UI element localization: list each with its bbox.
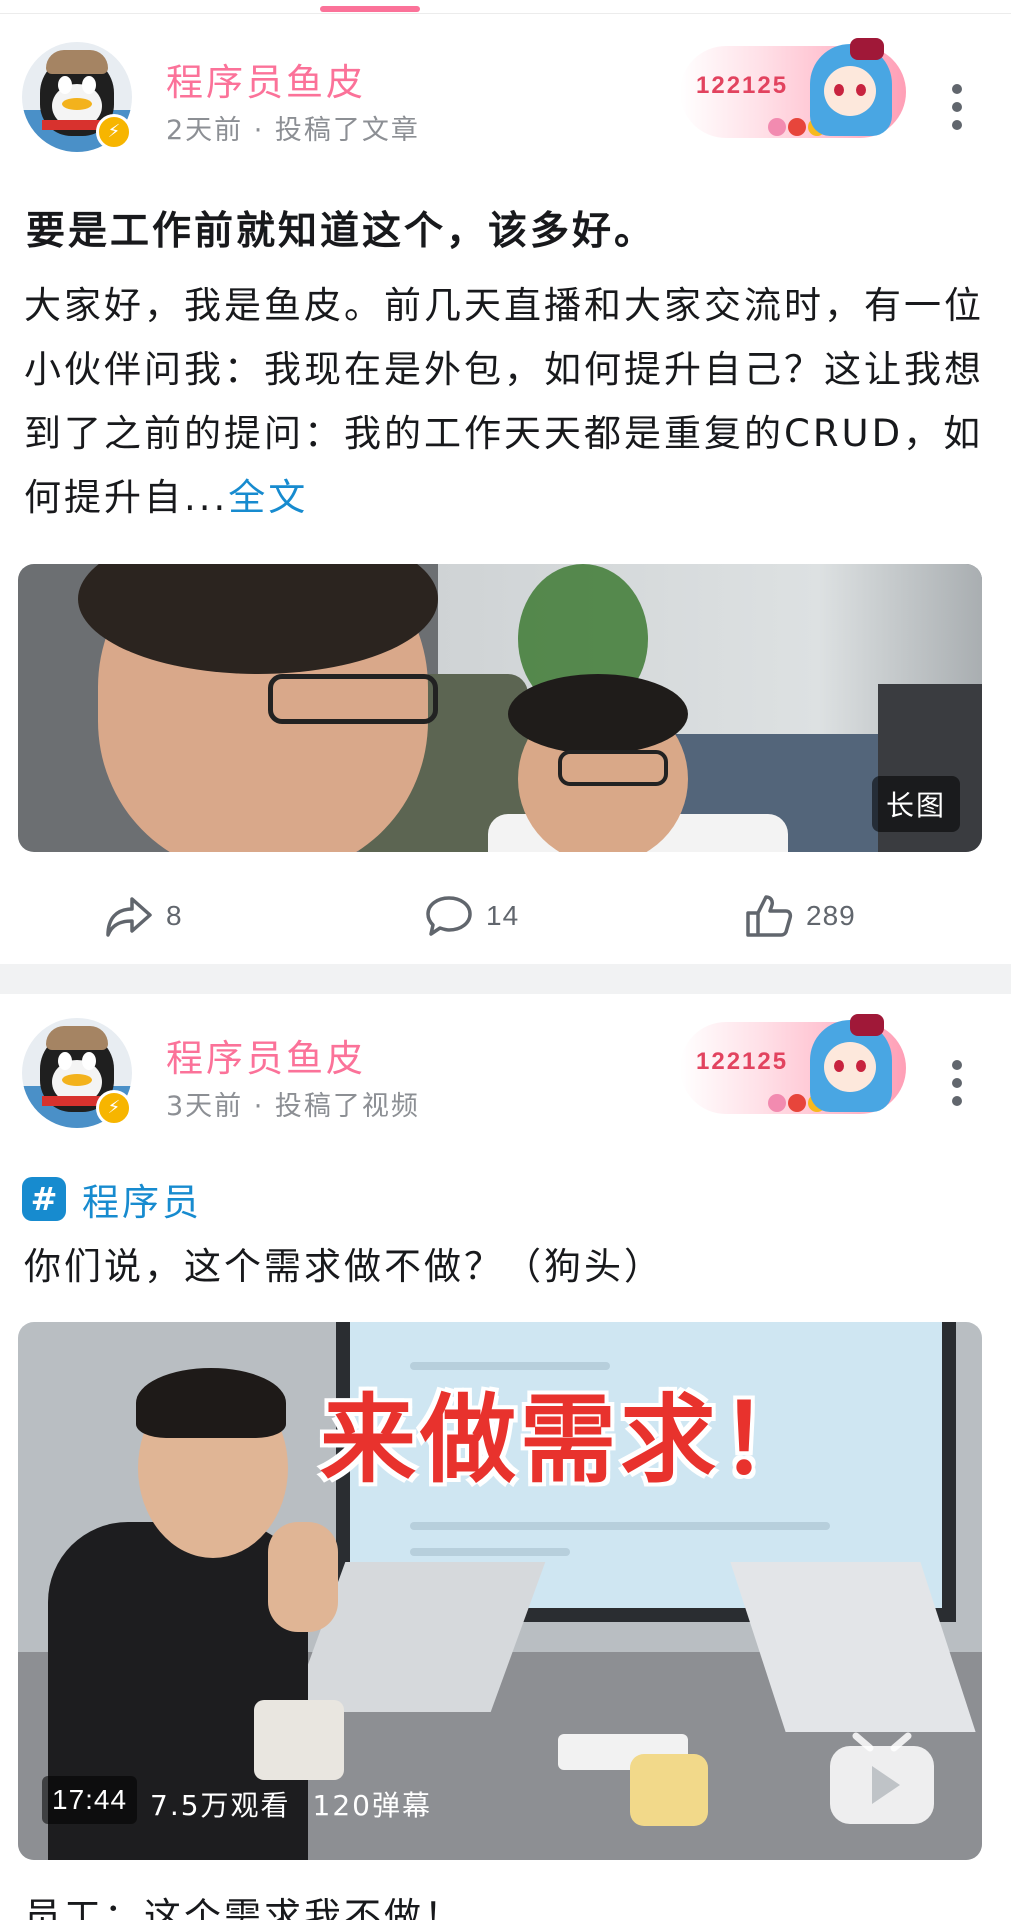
post-title[interactable]: 要是工作前就知道这个，该多好。 xyxy=(26,200,656,256)
card-divider xyxy=(0,964,1011,994)
post-image[interactable]: 长图 xyxy=(18,564,982,852)
author-name[interactable]: 程序员鱼皮 xyxy=(166,1028,366,1082)
post-meta: 3天前 · 投稿了视频 xyxy=(166,1091,420,1122)
fan-badge-number: 122125 xyxy=(696,1048,789,1075)
dynamic-card-video[interactable]: ⚡ 程序员鱼皮 3天前 · 投稿了视频 122125 # 程序员 你们说，这个需… xyxy=(0,994,1011,1920)
more-vertical-icon[interactable] xyxy=(950,84,964,130)
post-meta: 2天前 · 投稿了文章 xyxy=(166,115,420,146)
author-name[interactable]: 程序员鱼皮 xyxy=(166,52,366,106)
danmaku-count: 120弹幕 xyxy=(312,1789,432,1822)
video-stats: 7.5万观看 120弹幕 xyxy=(150,1784,454,1824)
topic-tag[interactable]: # 程序员 xyxy=(22,1172,202,1226)
like-button[interactable]: 289 xyxy=(744,886,856,946)
post-body[interactable]: 大家好，我是鱼皮。前几天直播和大家交流时，有一位小伙伴问我：我现在是外包，如何提… xyxy=(24,274,984,530)
dynamic-card-article[interactable]: ⚡ 程序员鱼皮 2天前 · 投稿了文章 122125 要是工作前就知道这个，该多… xyxy=(0,16,1011,964)
action-bar: 8 14 289 xyxy=(0,886,1011,946)
play-icon[interactable] xyxy=(826,1732,938,1828)
thumbs-up-icon xyxy=(746,895,793,937)
mascot-icon xyxy=(796,38,900,146)
view-count: 7.5万观看 xyxy=(150,1789,291,1822)
video-thumbnail[interactable]: 来做需求！ 17:44 7.5万观看 120弹幕 xyxy=(18,1322,982,1860)
post-body-text: 大家好，我是鱼皮。前几天直播和大家交流时，有一位小伙伴问我：我现在是外包，如何提… xyxy=(24,284,984,519)
read-more-link[interactable]: 全文 xyxy=(228,476,308,519)
hashtag-icon: # xyxy=(22,1177,66,1221)
comment-count: 14 xyxy=(486,900,520,931)
active-tab-indicator xyxy=(320,6,420,12)
comment-icon xyxy=(426,896,472,936)
video-duration: 17:44 xyxy=(42,1776,138,1824)
comment-button[interactable]: 14 xyxy=(424,886,519,946)
topic-label: 程序员 xyxy=(82,1181,202,1224)
like-count: 289 xyxy=(806,900,856,931)
share-button[interactable]: 8 xyxy=(104,886,183,946)
top-tab-track xyxy=(0,0,1011,14)
mascot-icon xyxy=(796,1014,900,1122)
long-image-tag: 长图 xyxy=(871,776,960,832)
more-vertical-icon[interactable] xyxy=(950,1060,964,1106)
share-icon xyxy=(106,897,152,937)
fan-badge[interactable]: 122125 xyxy=(680,38,906,138)
share-count: 8 xyxy=(166,900,183,931)
post-body-text[interactable]: 员工：这个需求我不做！ xyxy=(24,1886,464,1920)
lightning-icon: ⚡ xyxy=(96,114,132,150)
lightning-icon: ⚡ xyxy=(96,1090,132,1126)
post-title[interactable]: 你们说，这个需求做不做？（狗头） xyxy=(24,1236,664,1290)
fan-badge-number: 122125 xyxy=(696,72,789,99)
thumbnail-overlay-text: 来做需求！ xyxy=(320,1384,820,1496)
fan-badge[interactable]: 122125 xyxy=(680,1014,906,1114)
